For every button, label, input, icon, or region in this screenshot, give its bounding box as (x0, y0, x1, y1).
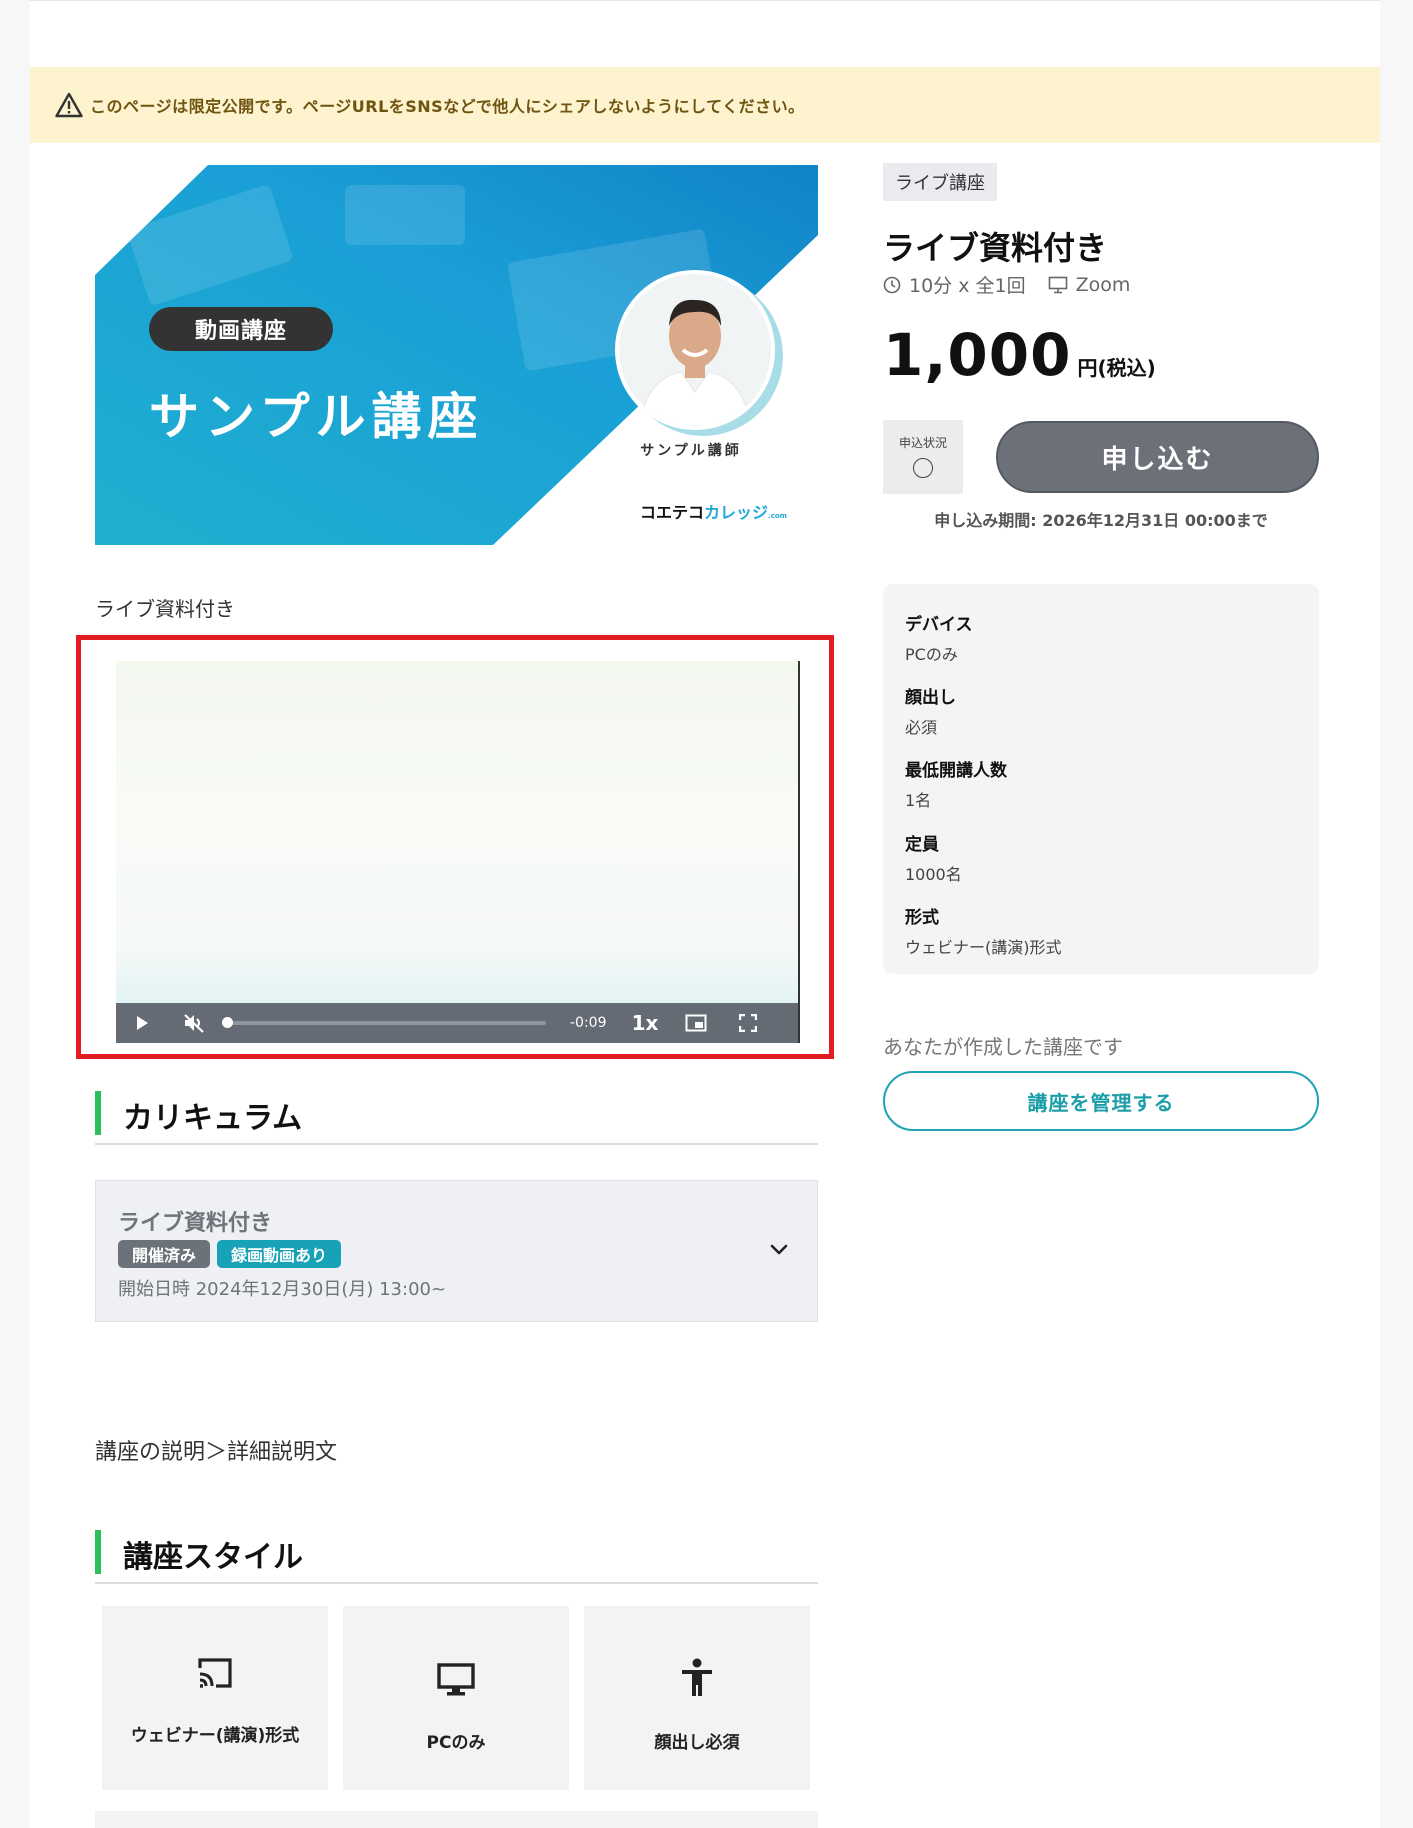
limited-notice-banner: このページは限定公開です。ページURLをSNSなどで他人にシェアしないようにして… (30, 67, 1380, 143)
info-value: 1名 (905, 791, 932, 810)
owner-note: あなたが作成した講座です (883, 1035, 1123, 1059)
play-icon[interactable] (116, 1003, 168, 1043)
style-card-pc: PCのみ (343, 1606, 569, 1790)
course-price: 1,000 円(税込) (883, 321, 1156, 389)
application-period: 申し込み期間: 2026年12月31日 00:00まで (934, 511, 1268, 530)
curriculum-start-datetime: 開始日時 2024年12月30日(月) 13:00~ (118, 1279, 447, 1300)
info-row-face: 顔出し 必須 (905, 683, 956, 738)
info-value: 必須 (905, 718, 938, 737)
curriculum-heading: カリキュラム (95, 1087, 818, 1145)
info-key: 最低開講人数 (905, 761, 1007, 781)
heading-accent-bar (95, 1530, 101, 1574)
course-style-cards: ウェビナー(講演)形式 PCのみ 顔出し必須 (102, 1606, 812, 1791)
person-icon (584, 1658, 810, 1698)
apply-button[interactable]: 申し込む (996, 421, 1319, 493)
status-circle-icon (913, 458, 933, 478)
curriculum-item[interactable]: ライブ資料付き 開催済み 録画動画あり 開始日時 2024年12月30日(月) … (95, 1180, 818, 1322)
application-status: 申込状況 (883, 420, 963, 494)
monitor-icon (1048, 276, 1068, 294)
info-value: PCのみ (905, 645, 958, 664)
style-card-webinar: ウェビナー(講演)形式 (102, 1606, 328, 1790)
chevron-down-icon[interactable] (767, 1237, 791, 1261)
style-card-label: PCのみ (426, 1733, 486, 1753)
video-controls: -0:09 1x (116, 1003, 798, 1043)
application-status-label: 申込状況 (898, 436, 947, 450)
picture-in-picture-icon[interactable] (670, 1003, 722, 1043)
manage-course-button[interactable]: 講座を管理する (883, 1071, 1319, 1131)
info-key: 顔出し (905, 688, 956, 708)
instructor-name: サンプル講師 (640, 443, 742, 459)
style-card-face: 顔出し必須 (584, 1606, 810, 1790)
course-duration: 10分 x 全1回 (909, 275, 1026, 297)
info-key: 定員 (905, 835, 939, 855)
info-value: 1000名 (905, 865, 962, 884)
category-badge: ライブ講座 (883, 163, 997, 201)
course-meta: 10分 x 全1回 Zoom (883, 271, 1130, 298)
info-key: デバイス (905, 615, 973, 635)
page: このページは限定公開です。ページURLをSNSなどで他人にシェアしないようにして… (30, 0, 1380, 1828)
course-tool: Zoom (1075, 273, 1131, 296)
price-amount: 1,000 (883, 321, 1072, 389)
video-progress-knob[interactable] (222, 1017, 233, 1028)
curriculum-item-title: ライブ資料付き (118, 1211, 273, 1236)
course-description: 講座の説明＞詳細説明文 (95, 1440, 338, 1465)
info-row-min-participants: 最低開講人数 1名 (905, 756, 1007, 811)
banner-title: サンプル講座 (149, 388, 484, 446)
price-unit: 円(税込) (1077, 356, 1156, 380)
info-value: ウェビナー(講演)形式 (905, 938, 1062, 957)
course-banner-image: 動画講座 サンプル講座 サンプル講師 コエテコカレッジ.com (95, 165, 818, 545)
info-key: 形式 (905, 908, 939, 928)
curriculum-heading-text: カリキュラム (123, 1101, 303, 1136)
video-progress-bar[interactable] (222, 1017, 546, 1028)
course-style-heading-text: 講座スタイル (123, 1540, 303, 1575)
clock-icon (883, 276, 901, 294)
course-style-heading: 講座スタイル (95, 1526, 818, 1584)
info-row-format: 形式 ウェビナー(講演)形式 (905, 903, 1062, 958)
monitor-icon (343, 1662, 569, 1698)
brand-logo-part2: カレッジ (704, 503, 769, 522)
brand-logo: コエテコカレッジ.com (640, 499, 787, 523)
instructor-avatar (615, 270, 775, 430)
video-player[interactable]: -0:09 1x (116, 661, 800, 1043)
mute-icon[interactable] (168, 1003, 220, 1043)
held-badge: 開催済み (118, 1240, 210, 1268)
style-card-label: ウェビナー(講演)形式 (130, 1726, 300, 1746)
heading-accent-bar (95, 1091, 101, 1135)
notice-text: このページは限定公開です。ページURLをSNSなどで他人にシェアしないようにして… (90, 97, 805, 116)
fullscreen-icon[interactable] (722, 1003, 774, 1043)
lesson-label: ライブ資料付き (95, 597, 235, 621)
warning-icon (54, 90, 84, 120)
style-card-label: 顔出し必須 (654, 1733, 740, 1753)
info-row-device: デバイス PCのみ (905, 610, 973, 665)
course-title: ライブ資料付き (883, 229, 1108, 267)
brand-logo-part1: コエテコ (640, 503, 705, 522)
brand-logo-part3: .com (768, 512, 787, 520)
video-remaining-time: -0:09 (570, 1015, 607, 1031)
next-section-card (95, 1811, 818, 1828)
playback-speed-button[interactable]: 1x (620, 1011, 670, 1035)
video-course-badge: 動画講座 (149, 307, 333, 351)
recording-available-badge: 録画動画あり (217, 1240, 341, 1268)
cast-icon (102, 1656, 328, 1690)
course-info-panel: デバイス PCのみ 顔出し 必須 最低開講人数 1名 定員 1000名 形式 ウ… (883, 584, 1319, 974)
info-row-capacity: 定員 1000名 (905, 830, 962, 885)
